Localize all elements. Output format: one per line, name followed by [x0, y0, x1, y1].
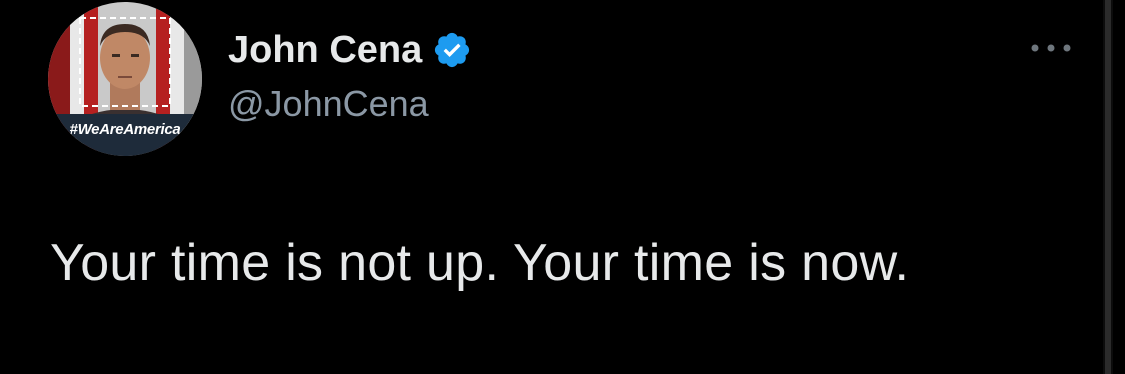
author-name-row[interactable]: John Cena: [228, 28, 472, 72]
author-display-name[interactable]: John Cena: [228, 29, 422, 72]
avatar-caption: #WeAreAmerica: [69, 121, 181, 138]
tweet[interactable]: #WeAreAmerica John Cena @JohnCena Your t…: [0, 0, 1125, 374]
scrollbar[interactable]: [1103, 0, 1113, 374]
author-handle[interactable]: @JohnCena: [228, 83, 429, 125]
author-avatar[interactable]: #WeAreAmerica: [48, 2, 202, 156]
tweet-text: Your time is not up. Your time is now.: [50, 234, 910, 292]
verified-badge-icon: [435, 32, 470, 68]
scrollbar-thumb[interactable]: [1105, 0, 1111, 374]
ellipsis-icon[interactable]: [1028, 38, 1074, 58]
